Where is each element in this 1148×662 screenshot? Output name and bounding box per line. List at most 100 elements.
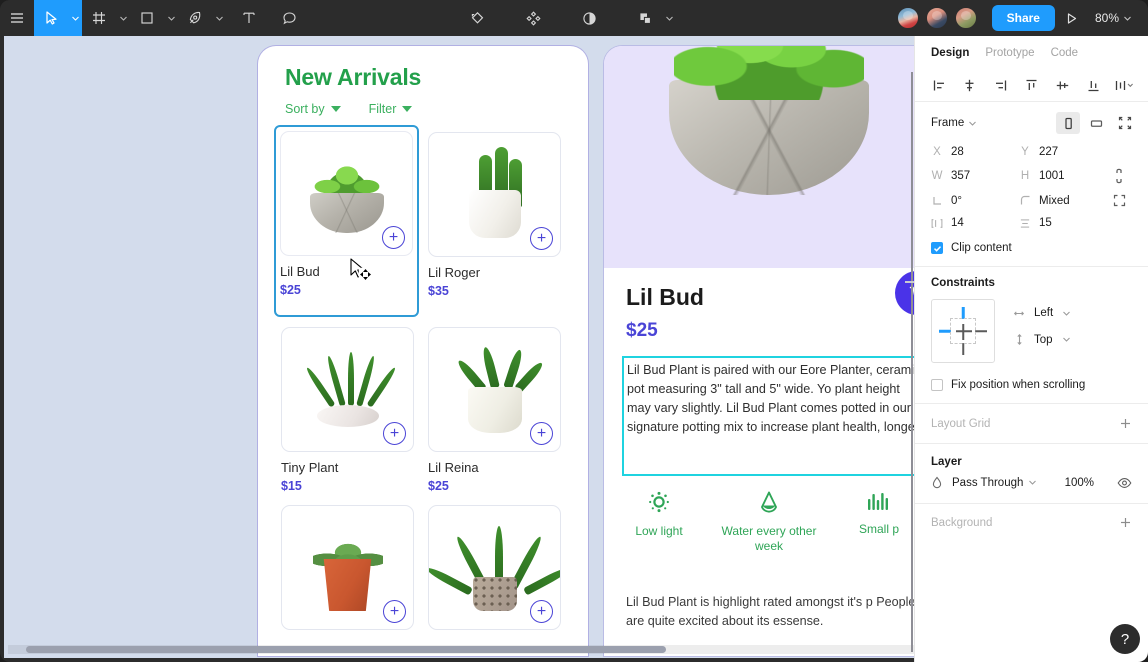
rotation-field[interactable]: 0° <box>931 195 1019 207</box>
eye-icon[interactable] <box>1117 477 1132 489</box>
plus-circle-icon[interactable]: + <box>382 226 405 249</box>
component-swap-icon[interactable] <box>460 0 494 36</box>
pen-nib-icon[interactable] <box>178 0 212 36</box>
clip-content-row[interactable]: Clip content <box>931 242 1132 254</box>
union-shapes-icon[interactable] <box>628 0 676 36</box>
play-triangle-icon[interactable] <box>1055 0 1089 36</box>
frame-product-detail[interactable]: Lil Bud $25 Lil Bud Plant is paired with… <box>604 46 914 656</box>
layer-section: Layer Pass Through 100% <box>915 444 1148 504</box>
plus-circle-icon[interactable]: + <box>383 422 406 445</box>
share-button[interactable]: Share <box>991 5 1055 31</box>
orientation-portrait-button[interactable] <box>1056 112 1080 134</box>
frame-type-dropdown[interactable]: Frame <box>931 117 977 129</box>
move-tool[interactable] <box>34 0 82 36</box>
tab-prototype[interactable]: Prototype <box>985 47 1034 59</box>
text-T-icon[interactable] <box>232 0 266 36</box>
sort-by-dropdown[interactable]: Sort by <box>285 102 341 116</box>
avatar[interactable] <box>953 6 978 30</box>
boolean-caret[interactable] <box>662 0 676 36</box>
constraint-bottom-arm[interactable] <box>962 343 964 355</box>
align-right-icon[interactable] <box>990 75 1012 97</box>
product-price: $25 <box>428 479 449 493</box>
product-name: Lil Reina <box>428 460 479 475</box>
resize-to-fit-icon[interactable] <box>1118 116 1132 130</box>
align-left-icon[interactable] <box>928 75 950 97</box>
tab-design[interactable]: Design <box>931 47 969 59</box>
plus-circle-icon[interactable]: + <box>530 227 553 250</box>
cursor-arrow-icon[interactable] <box>34 0 68 36</box>
constraint-widget[interactable] <box>931 299 995 363</box>
background-title: Background <box>931 516 993 529</box>
blend-mode-value: Pass Through <box>952 476 1024 489</box>
tab-code[interactable]: Code <box>1051 47 1079 59</box>
frame-tool-caret[interactable] <box>116 0 130 36</box>
frame-new-arrivals[interactable]: New Arrivals Sort by Filter + Lil Bud $2… <box>258 46 588 656</box>
corner-radius-field[interactable]: Mixed <box>1019 195 1107 207</box>
orientation-landscape-button[interactable] <box>1084 112 1108 134</box>
fix-position-row[interactable]: Fix position when scrolling <box>931 379 1132 391</box>
help-button[interactable]: ? <box>1110 624 1140 654</box>
product-card[interactable]: + Tiny Plant $15 <box>281 327 414 493</box>
link-ratio-icon[interactable] <box>1107 168 1131 184</box>
x-position-field[interactable]: X 28 <box>931 146 1019 158</box>
constraints-title: Constraints <box>931 277 995 289</box>
fix-position-checkbox[interactable] <box>931 379 943 391</box>
product-card[interactable]: + <box>428 505 561 638</box>
product-description-textbox[interactable]: Lil Bud Plant is paired with our Eore Pl… <box>622 356 914 476</box>
distribute-menu-icon[interactable] <box>1113 75 1135 97</box>
plus-circle-icon[interactable]: + <box>530 600 553 623</box>
comment-bubble-icon[interactable] <box>272 0 306 36</box>
layout-grid-header: Layout Grid <box>931 417 1132 430</box>
layer-opacity-field[interactable]: 100% <box>1065 477 1094 489</box>
design-canvas[interactable]: New Arrivals Sort by Filter + Lil Bud $2… <box>4 36 914 658</box>
constraint-right-arm[interactable] <box>975 330 987 332</box>
height-field[interactable]: H 1001 <box>1019 170 1107 182</box>
square-icon[interactable] <box>130 0 164 36</box>
corner-radius-value: Mixed <box>1039 194 1070 207</box>
product-card[interactable]: + Lil Reina $25 <box>428 327 561 493</box>
pen-tool-caret[interactable] <box>212 0 226 36</box>
plus-circle-icon[interactable]: + <box>383 600 406 623</box>
align-horizontal-center-icon[interactable] <box>959 75 981 97</box>
frame-section: Frame X 28 Y 227 W 357 H 1001 0° Mixed 1… <box>915 102 1148 267</box>
product-card-selected[interactable]: + Lil Bud $25 <box>274 125 419 317</box>
hamburger-menu-icon[interactable] <box>0 0 34 36</box>
product-name: Lil Bud <box>280 264 320 279</box>
half-circle-icon[interactable] <box>572 0 606 36</box>
zoom-level-dropdown[interactable]: 80% <box>1089 0 1138 36</box>
pen-tool[interactable] <box>178 0 226 36</box>
align-vertical-center-icon[interactable] <box>1051 75 1073 97</box>
vertical-padding-field[interactable]: 15 <box>1019 217 1107 229</box>
move-tool-caret[interactable] <box>68 0 82 36</box>
avatar[interactable] <box>895 6 920 30</box>
add-background-plus-icon[interactable] <box>1119 516 1132 529</box>
horizontal-constraint-dropdown[interactable]: Left <box>1013 307 1071 319</box>
frame-properties: X 28 Y 227 W 357 H 1001 0° Mixed 14 15 <box>931 146 1132 229</box>
avatar[interactable] <box>924 6 949 30</box>
filter-dropdown[interactable]: Filter <box>369 102 413 116</box>
shape-tool[interactable] <box>130 0 178 36</box>
constraint-center[interactable] <box>950 318 976 344</box>
horizontal-padding-field[interactable]: 14 <box>931 217 1019 229</box>
frame-tool[interactable] <box>82 0 130 36</box>
vertical-constraint-dropdown[interactable]: Top <box>1013 333 1071 346</box>
x-value: 28 <box>951 146 964 158</box>
y-position-field[interactable]: Y 227 <box>1019 146 1107 158</box>
clip-content-checkbox[interactable] <box>931 242 943 254</box>
union-shapes-glyph[interactable] <box>628 0 662 36</box>
plus-circle-icon[interactable]: + <box>530 422 553 445</box>
frame-grid-icon[interactable] <box>82 0 116 36</box>
constraints-body: Left Top <box>931 299 1132 363</box>
align-top-icon[interactable] <box>1020 75 1042 97</box>
align-bottom-icon[interactable] <box>1082 75 1104 97</box>
shape-tool-caret[interactable] <box>164 0 178 36</box>
product-card[interactable]: + Lil Roger $35 <box>428 132 561 315</box>
product-image: + <box>280 131 413 256</box>
horizontal-scrollbar-thumb[interactable] <box>26 646 666 653</box>
blend-mode-dropdown[interactable]: Pass Through <box>952 477 1037 489</box>
add-layout-grid-plus-icon[interactable] <box>1119 417 1132 430</box>
product-card[interactable]: + <box>281 505 414 638</box>
width-field[interactable]: W 357 <box>931 170 1019 182</box>
individual-corners-icon[interactable] <box>1107 194 1131 207</box>
four-diamonds-icon[interactable] <box>516 0 550 36</box>
